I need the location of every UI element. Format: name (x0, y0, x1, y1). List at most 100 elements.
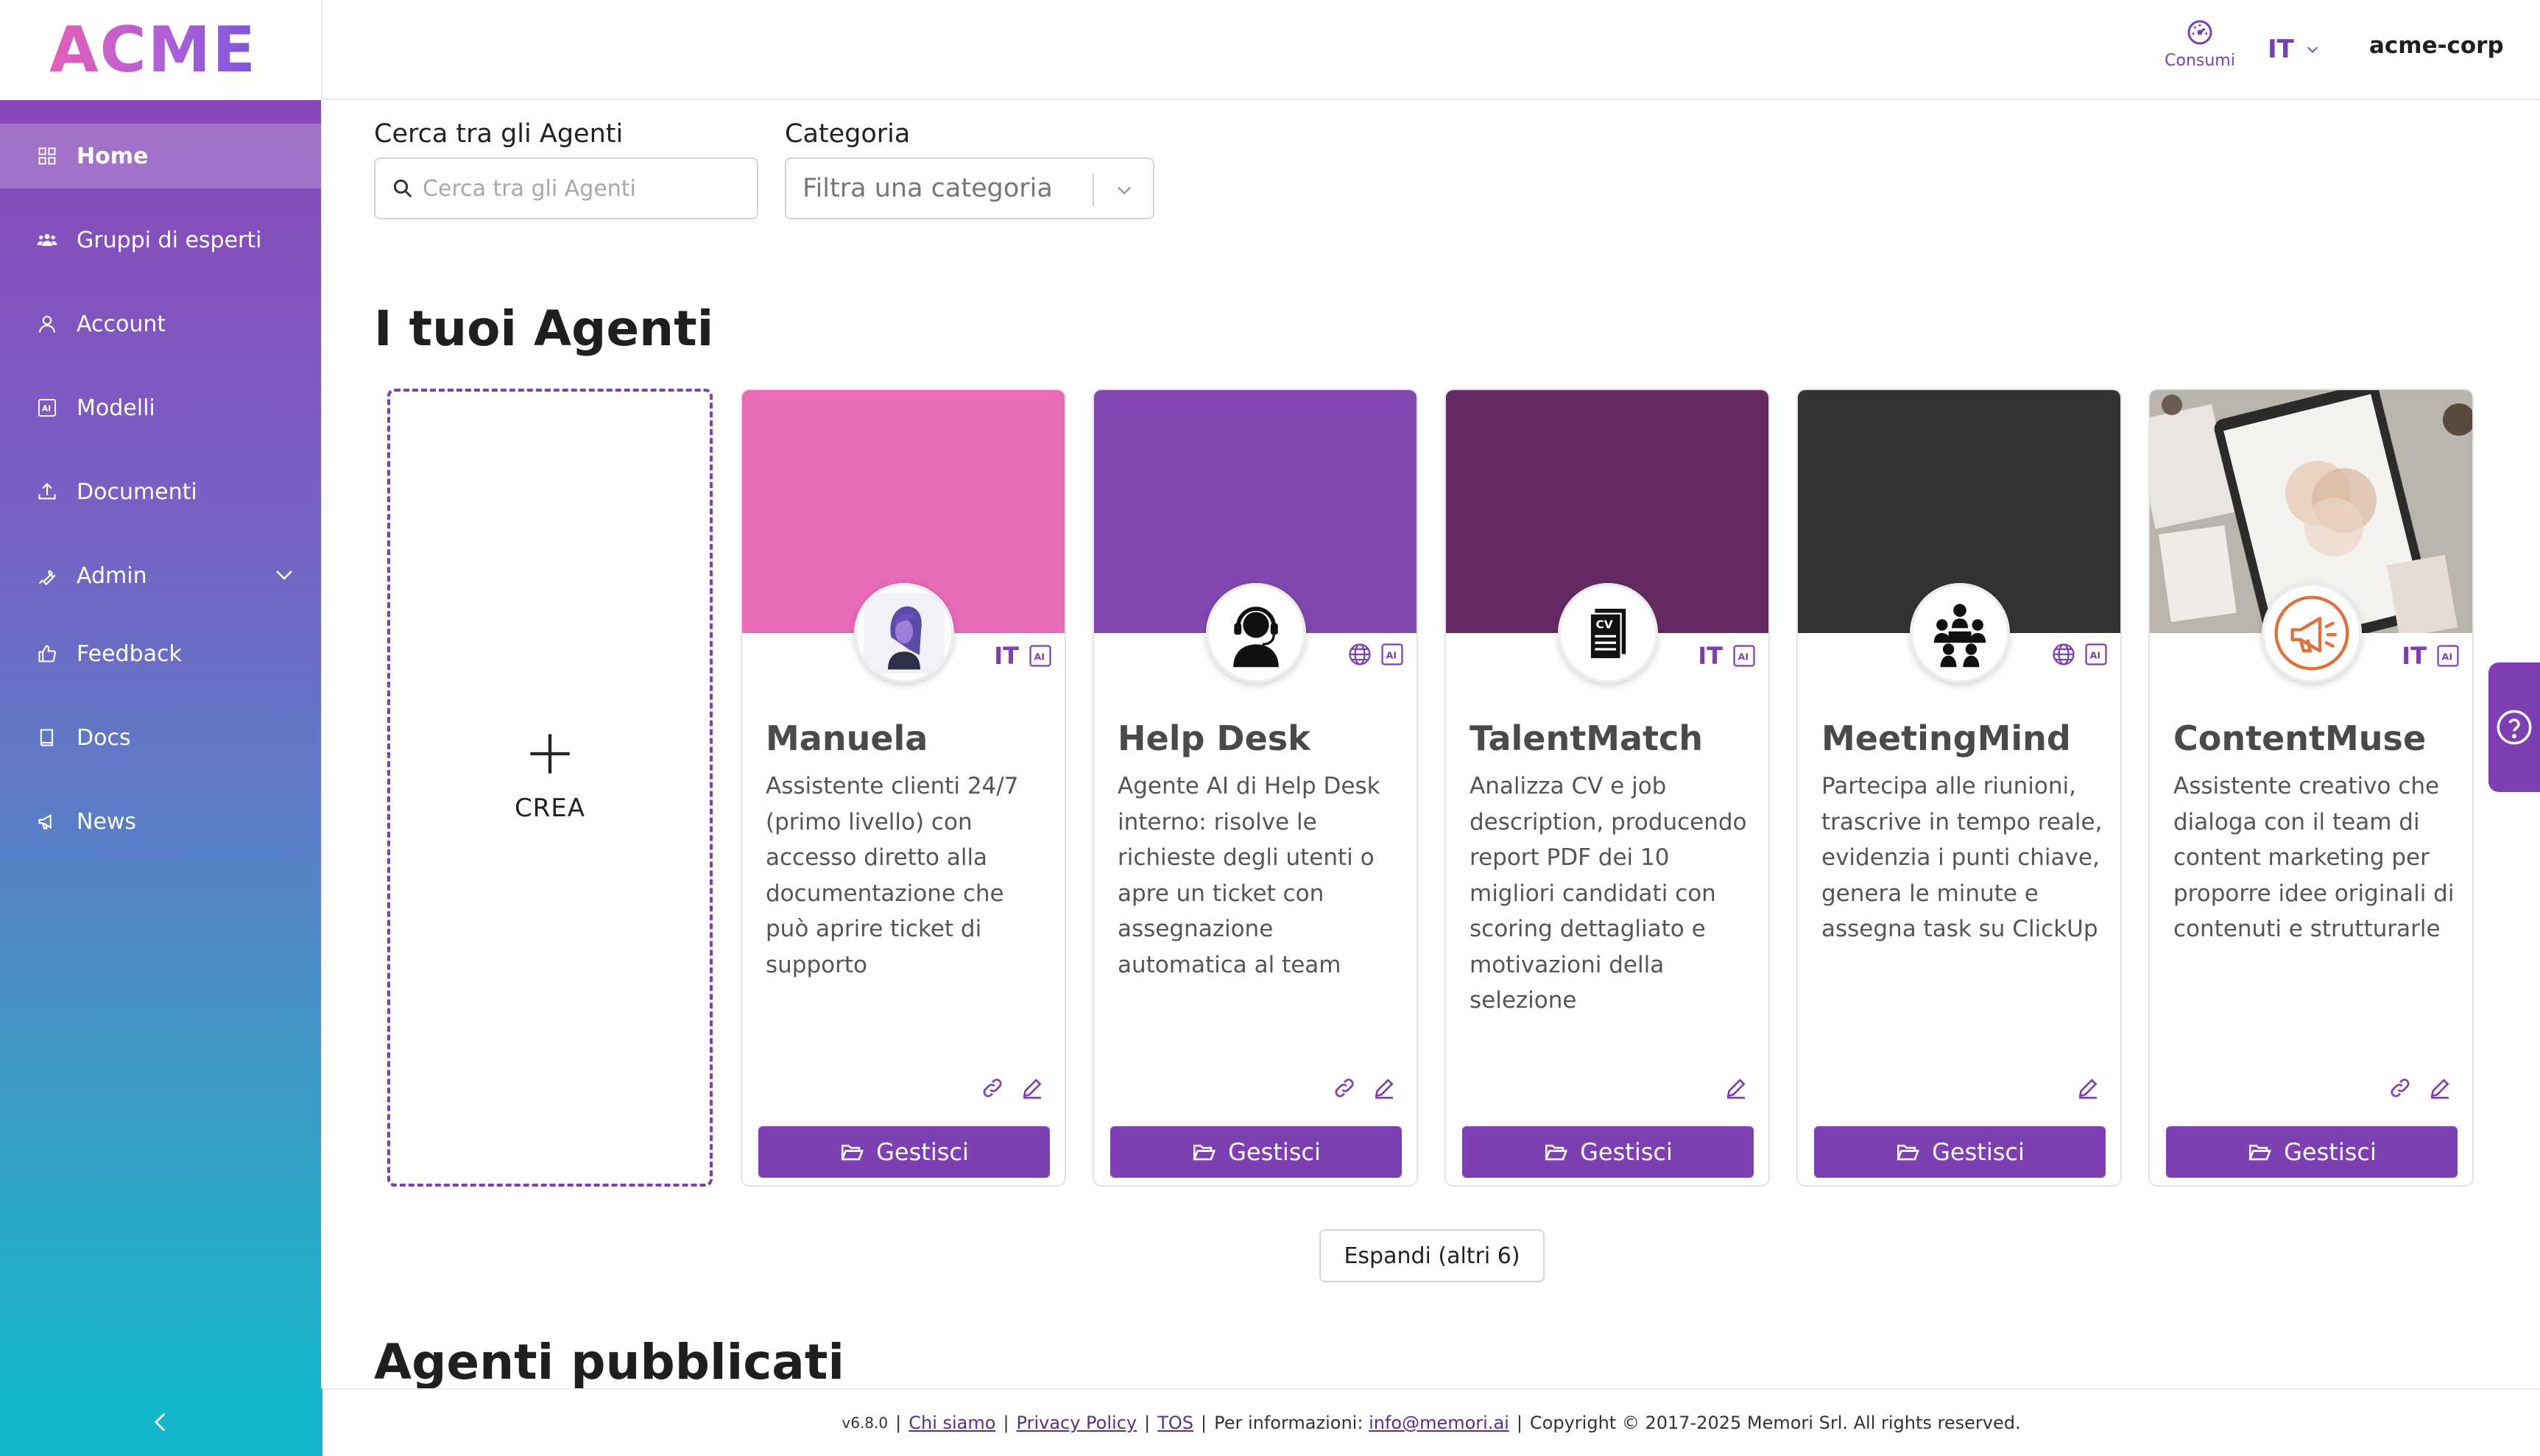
tenant-name[interactable]: acme-corp (2369, 32, 2504, 59)
consumi-label: Consumi (2165, 52, 2235, 70)
chevron-down-icon[interactable] (271, 564, 297, 586)
sidebar-item-feedback[interactable]: Feedback (0, 621, 321, 686)
edit-icon[interactable] (1724, 1076, 1748, 1100)
email-link[interactable]: info@memori.ai (1369, 1413, 1509, 1433)
folder-open-icon (2248, 1145, 2272, 1161)
agent-name: Help Desk (1118, 718, 1310, 758)
sidebar-item-documenti[interactable]: Documenti (0, 459, 321, 524)
manage-label: Gestisci (876, 1138, 969, 1166)
svg-text:AI: AI (42, 405, 51, 414)
sidebar-item-account[interactable]: Account (0, 291, 321, 356)
expand-agents-button[interactable]: Espandi (altri 6) (1319, 1229, 1545, 1282)
search-field[interactable] (374, 158, 758, 219)
sidebar-item-label: Gruppi di esperti (77, 227, 262, 253)
language-selector[interactable]: IT (2268, 31, 2321, 68)
agent-badges: AI (2051, 642, 2109, 667)
manage-button[interactable]: Gestisci (1462, 1126, 1754, 1178)
tos-link[interactable]: TOS (1157, 1413, 1193, 1433)
svg-text:AI: AI (1034, 652, 1045, 663)
manage-button[interactable]: Gestisci (2166, 1126, 2458, 1178)
sidebar-item-label: News (77, 808, 137, 835)
agent-name: MeetingMind (1821, 718, 2071, 758)
sidebar-item-docs[interactable]: Docs (0, 705, 321, 770)
megaphone-avatar-icon (2274, 596, 2349, 671)
top-header: Consumi IT acme-corp (322, 0, 2540, 100)
headset-icon (1233, 607, 1279, 668)
sidebar-item-label: Home (77, 143, 149, 169)
chevron-left-icon (154, 1413, 166, 1432)
agent-badges: IT AI (994, 642, 1053, 670)
link-icon[interactable] (1333, 1076, 1356, 1100)
separator: | (895, 1413, 902, 1433)
grid-icon (37, 146, 57, 166)
agent-card-meetingmind[interactable]: AI MeetingMind Partecipa alle riunioni, … (1796, 389, 2122, 1187)
edit-icon[interactable] (2428, 1076, 2452, 1100)
sidebar-item-label: Account (77, 311, 166, 337)
help-tab[interactable] (2488, 662, 2540, 792)
about-link[interactable]: Chi siamo (909, 1413, 995, 1433)
ai-badge-icon: AI (1733, 645, 1755, 667)
help-icon (2497, 710, 2532, 745)
search-input[interactable] (423, 175, 747, 202)
plus-icon (530, 734, 570, 774)
agent-card-manuela[interactable]: IT AI Manuela Assistente clienti 24/7 (p… (741, 389, 1066, 1187)
agent-card-contentmuse[interactable]: IT AI ContentMuse Assistente creativo ch… (2148, 389, 2474, 1187)
meeting-group-icon (1933, 604, 1986, 668)
manage-label: Gestisci (1228, 1138, 1321, 1166)
ai-badge-icon: AI (2437, 645, 2459, 667)
logo-area[interactable]: ACME (0, 0, 322, 100)
agent-avatar (2262, 583, 2362, 683)
edit-icon[interactable] (1020, 1076, 1044, 1100)
edit-icon[interactable] (2076, 1076, 2100, 1100)
manage-label: Gestisci (1580, 1138, 1673, 1166)
language-badge: IT (994, 642, 1019, 670)
folder-open-icon (1897, 1145, 1920, 1161)
sidebar-item-label: Admin (77, 562, 147, 589)
manage-button[interactable]: Gestisci (758, 1126, 1050, 1178)
svg-text:AI: AI (1386, 651, 1397, 662)
published-agents-title: Agenti pubblicati (374, 1334, 845, 1388)
consumi-button[interactable]: Consumi (2156, 18, 2244, 84)
create-agent-card[interactable]: CREA (387, 389, 713, 1187)
link-icon[interactable] (2388, 1076, 2412, 1100)
svg-text:CV: CV (1596, 618, 1613, 631)
manage-button[interactable]: Gestisci (1814, 1126, 2106, 1178)
sidebar-collapse-button[interactable] (0, 1388, 322, 1456)
agent-card-talentmatch[interactable]: CV IT AI TalentMatch Analizza CV e job d… (1444, 389, 1770, 1187)
folder-open-icon (1545, 1145, 1568, 1161)
agent-description: Analizza CV e job description, producend… (1470, 773, 1747, 1014)
sidebar-item-home[interactable]: Home (0, 124, 321, 188)
sidebar-item-label: Documenti (77, 478, 197, 505)
sidebar-item-label: Modelli (77, 395, 155, 421)
sidebar-item-news[interactable]: News (0, 789, 321, 854)
chevron-down-icon[interactable] (1113, 180, 1135, 200)
agent-description: Partecipa alle riunioni, trascrive in te… (1821, 773, 2103, 942)
agent-name: TalentMatch (1470, 718, 1704, 758)
link-icon[interactable] (981, 1076, 1004, 1100)
manage-button[interactable]: Gestisci (1110, 1126, 1402, 1178)
category-label: Categoria (785, 119, 911, 149)
agent-description: Agente AI di Help Desk interno: risolve … (1118, 773, 1380, 978)
language-code: IT (2268, 35, 2294, 64)
book-icon (37, 727, 57, 748)
woman-avatar-icon (864, 593, 945, 674)
agent-card-help-desk[interactable]: AI Help Desk Agente AI di Help Desk inte… (1093, 389, 1418, 1187)
upload-icon (37, 481, 57, 502)
info-prefix: Per informazioni: (1214, 1413, 1364, 1433)
svg-text:AI: AI (1738, 652, 1749, 663)
chevron-down-icon (2307, 46, 2318, 53)
agent-badges: AI (1347, 642, 1405, 667)
globe-icon (1349, 643, 1371, 665)
sidebar-item-label: Docs (77, 724, 131, 751)
privacy-link[interactable]: Privacy Policy (1017, 1413, 1137, 1433)
brand-logo: ACME (49, 13, 257, 87)
sidebar-item-gruppi-di-esperti[interactable]: Gruppi di esperti (0, 208, 321, 272)
agent-description: Assistente creativo che dialoga con il t… (2173, 773, 2455, 942)
category-select[interactable]: Filtra una categoria (785, 158, 1154, 219)
sidebar-item-modelli[interactable]: AI Modelli (0, 375, 321, 440)
agent-avatar (854, 583, 954, 683)
edit-icon[interactable] (1372, 1076, 1396, 1100)
separator: | (1144, 1413, 1151, 1433)
folder-open-icon (841, 1145, 864, 1161)
sidebar-item-admin[interactable]: Admin (0, 543, 321, 608)
